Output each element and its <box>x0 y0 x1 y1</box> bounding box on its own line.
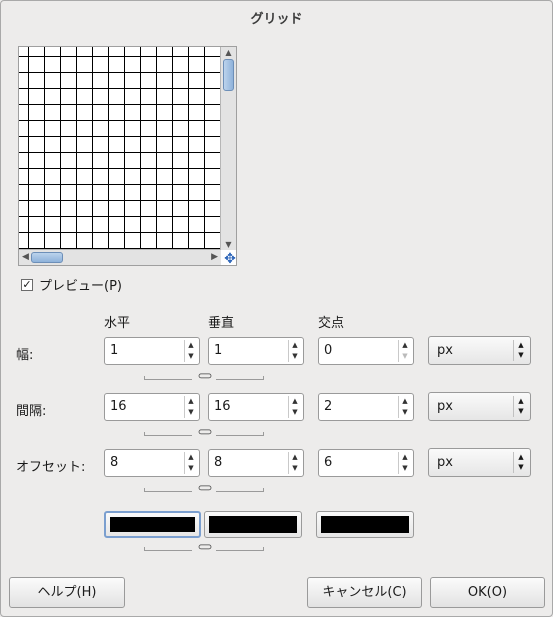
grid-preview: ▲ ▼ ◀ ▶ <box>18 46 237 266</box>
spin-arrows-icon[interactable]: ▲ ▼ <box>288 340 301 362</box>
width-vertical-spinbox[interactable]: 1 ▲ ▼ <box>208 337 304 365</box>
spacing-horizontal-spinbox[interactable]: 16 ▲ ▼ <box>104 393 200 421</box>
cancel-button[interactable]: キャンセル(C) <box>307 577 422 608</box>
scroll-down-icon[interactable]: ▼ <box>221 240 236 249</box>
width-unit-value[interactable]: px <box>437 343 453 358</box>
spacing-horizontal-value[interactable]: 16 <box>110 399 127 414</box>
spin-arrows-icon[interactable]: ▲ ▼ <box>184 452 197 474</box>
grid-dialog: グリッド ▲ ▼ ◀ ▶ ✥ ✓ プレビュー(P) 水平 垂直 交点 幅: 1 … <box>0 0 553 617</box>
spacing-chain-link[interactable]: ⊂⊃ <box>144 428 264 438</box>
spin-arrows-icon[interactable]: ▲ ▼ <box>398 452 411 474</box>
scroll-right-icon[interactable]: ▶ <box>211 250 218 264</box>
scroll-left-icon[interactable]: ◀ <box>22 250 29 264</box>
spin-arrows-icon[interactable]: ▲ ▼ <box>184 396 197 418</box>
spacing-unit-combo[interactable]: px ▲ ▼ <box>428 392 531 421</box>
width-horizontal-value[interactable]: 1 <box>110 343 118 358</box>
horizontal-scroll-thumb[interactable] <box>31 252 63 263</box>
spacing-label: 間隔: <box>16 404 47 419</box>
offset-horizontal-spinbox[interactable]: 8 ▲ ▼ <box>104 449 200 477</box>
offset-unit-combo[interactable]: px ▲ ▼ <box>428 448 531 477</box>
combo-arrows-icon[interactable]: ▲ ▼ <box>513 396 528 417</box>
dialog-title: グリッド <box>250 12 303 27</box>
offset-vertical-spinbox[interactable]: 8 ▲ ▼ <box>208 449 304 477</box>
width-horizontal-spinbox[interactable]: 1 ▲ ▼ <box>104 337 200 365</box>
spin-arrows-icon[interactable]: ▲ ▼ <box>398 396 411 418</box>
column-header-intersection: 交点 <box>318 316 345 331</box>
spacing-intersection-value[interactable]: 2 <box>324 399 332 414</box>
navigate-move-icon[interactable]: ✥ <box>223 252 237 266</box>
offset-unit-value[interactable]: px <box>437 455 453 470</box>
horizontal-color-button[interactable] <box>104 511 201 538</box>
preview-checkbox-label[interactable]: プレビュー(P) <box>39 275 122 294</box>
preview-vertical-scrollbar[interactable]: ▲ ▼ <box>220 47 236 250</box>
preview-checkbox-row[interactable]: ✓ プレビュー(P) <box>21 275 122 294</box>
offset-label: オフセット: <box>16 460 86 475</box>
vertical-color-button[interactable] <box>204 511 302 538</box>
color-chain-link[interactable]: ⊂⊃ <box>144 543 264 553</box>
vertical-scroll-thumb[interactable] <box>223 59 234 91</box>
offset-intersection-value[interactable]: 6 <box>324 455 332 470</box>
intersection-color-button[interactable] <box>316 511 414 538</box>
combo-arrows-icon[interactable]: ▲ ▼ <box>513 452 528 473</box>
scroll-up-icon[interactable]: ▲ <box>221 48 236 57</box>
width-vertical-value[interactable]: 1 <box>214 343 222 358</box>
spin-arrows-icon[interactable]: ▲ ▼ <box>288 452 301 474</box>
preview-checkbox[interactable]: ✓ <box>21 278 33 291</box>
offset-intersection-spinbox[interactable]: 6 ▲ ▼ <box>318 449 414 477</box>
spacing-intersection-spinbox[interactable]: 2 ▲ ▼ <box>318 393 414 421</box>
spin-arrows-icon[interactable]: ▲ ▼ <box>184 340 197 362</box>
spin-arrows-icon[interactable]: ▲ ▼ <box>398 340 411 362</box>
vertical-color-swatch <box>209 516 297 533</box>
help-button[interactable]: ヘルプ(H) <box>9 577 125 608</box>
spin-arrows-icon[interactable]: ▲ ▼ <box>288 396 301 418</box>
horizontal-color-swatch <box>110 517 195 532</box>
preview-horizontal-scrollbar[interactable]: ◀ ▶ <box>19 249 221 265</box>
chain-icon[interactable]: ⊂⊃ <box>198 428 213 438</box>
spacing-unit-value[interactable]: px <box>437 399 453 414</box>
width-chain-link[interactable]: ⊂⊃ <box>144 372 264 382</box>
chain-icon[interactable]: ⊂⊃ <box>198 543 213 553</box>
chain-icon[interactable]: ⊂⊃ <box>198 372 213 382</box>
ok-button[interactable]: OK(O) <box>430 577 545 608</box>
width-intersection-spinbox[interactable]: 0 ▲ ▼ <box>318 337 414 365</box>
column-header-horizontal: 水平 <box>104 316 131 331</box>
intersection-color-swatch <box>321 516 409 533</box>
width-intersection-value[interactable]: 0 <box>324 343 332 358</box>
width-label: 幅: <box>16 348 34 363</box>
chain-icon[interactable]: ⊂⊃ <box>198 484 213 494</box>
spacing-vertical-spinbox[interactable]: 16 ▲ ▼ <box>208 393 304 421</box>
column-header-vertical: 垂直 <box>208 316 235 331</box>
combo-arrows-icon[interactable]: ▲ ▼ <box>513 340 528 361</box>
width-unit-combo[interactable]: px ▲ ▼ <box>428 336 531 365</box>
grid-preview-canvas <box>19 47 221 250</box>
offset-vertical-value[interactable]: 8 <box>214 455 222 470</box>
offset-horizontal-value[interactable]: 8 <box>110 455 118 470</box>
spacing-vertical-value[interactable]: 16 <box>214 399 231 414</box>
offset-chain-link[interactable]: ⊂⊃ <box>144 484 264 494</box>
